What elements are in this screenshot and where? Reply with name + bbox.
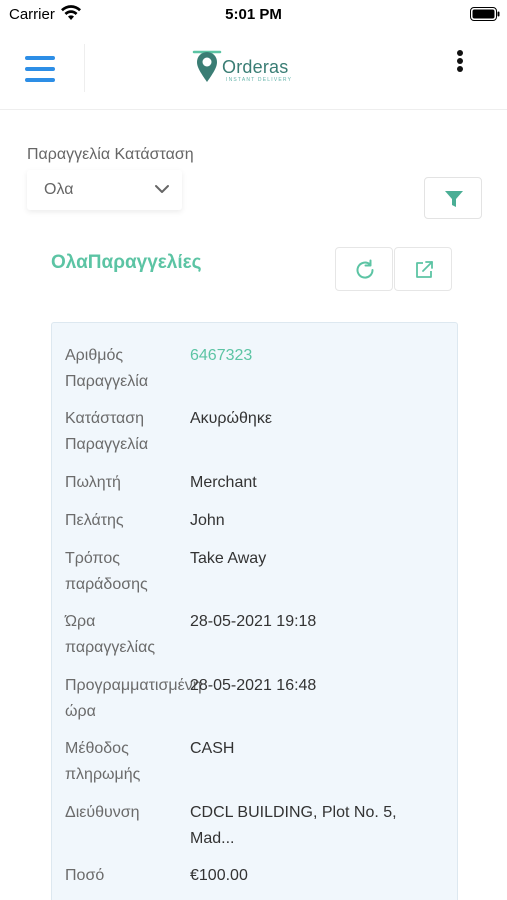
order-label: Αριθμός Παραγγελία: [65, 347, 149, 390]
order-label: Μέθοδος πληρωμής: [65, 740, 141, 783]
chevron-down-icon: [155, 185, 169, 193]
external-link-icon: [416, 261, 433, 278]
hamburger-menu-icon[interactable]: [25, 56, 55, 82]
orderas-logo: Orderas INSTANT DELIVERY: [190, 48, 300, 88]
order-card: Αριθμός Παραγγελία 6467323 Κατάσταση Παρ…: [51, 322, 458, 900]
order-value: Take Away: [190, 550, 267, 567]
order-label: Διεύθυνση: [65, 804, 140, 821]
funnel-icon: [445, 191, 463, 207]
order-label: Κατάσταση Παραγγελία: [65, 410, 149, 453]
logo-text: Orderas: [222, 57, 289, 77]
order-value: 28-05-2021 16:48: [190, 677, 317, 694]
order-value: Ακυρώθηκε: [190, 410, 272, 427]
status-time: 5:01 PM: [225, 6, 282, 23]
order-status-label: Παραγγελία Κατάσταση: [27, 146, 194, 163]
more-options-icon[interactable]: [452, 50, 468, 76]
order-label: Ποσό: [65, 867, 105, 884]
order-value: CDCL BUILDING, Plot No. 5, Mad...: [190, 804, 397, 847]
order-value: 28-05-2021 19:18: [190, 613, 317, 630]
order-label: Ώρα παραγγελίας: [65, 613, 156, 656]
header-divider: [84, 44, 85, 92]
battery-icon: [470, 7, 500, 21]
app-header: Orderas INSTANT DELIVERY: [0, 30, 507, 110]
order-value: €100.00: [190, 867, 248, 884]
filter-button[interactable]: [424, 177, 482, 219]
order-status-selected-value: Ολα: [44, 181, 74, 198]
refresh-icon: [356, 259, 374, 279]
order-value: Merchant: [190, 474, 257, 491]
order-label: Προγραμματισμένη ώρα: [65, 677, 202, 720]
order-value: John: [190, 512, 225, 529]
order-number-link[interactable]: 6467323: [190, 343, 445, 369]
all-orders-title: ΟλαΠαραγγελίες: [51, 252, 202, 273]
export-button[interactable]: [394, 247, 452, 291]
order-status-dropdown[interactable]: Ολα: [27, 170, 182, 210]
order-label: Πωλητή: [65, 474, 121, 491]
status-bar: Carrier 5:01 PM: [0, 0, 507, 30]
map-pin-logo-icon: [192, 50, 222, 82]
logo-subtitle: INSTANT DELIVERY: [226, 77, 293, 83]
order-value: CASH: [190, 740, 235, 757]
order-label: Τρόπος παράδοσης: [65, 550, 148, 593]
order-label: Πελάτης: [65, 512, 124, 529]
refresh-button[interactable]: [335, 247, 393, 291]
